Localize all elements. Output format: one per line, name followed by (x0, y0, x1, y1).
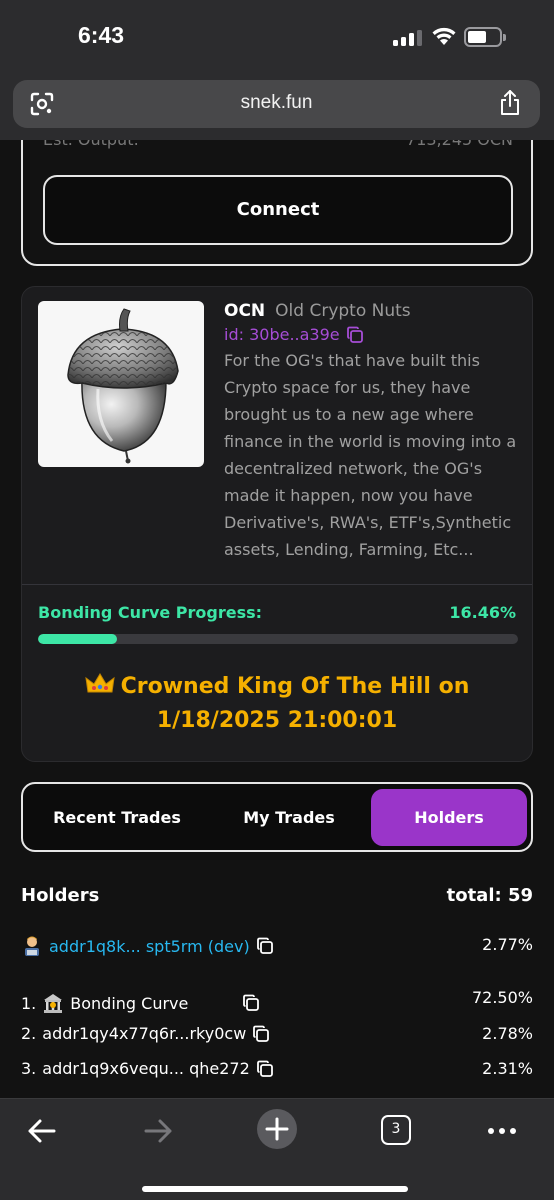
holder-percent: 2.78% (482, 1024, 533, 1043)
token-ticker: OCN (224, 301, 266, 321)
king-title: Crowned King Of The Hill on (120, 674, 470, 699)
holder-percent: 72.50% (471, 988, 533, 1007)
share-icon[interactable] (498, 89, 522, 117)
copy-icon[interactable] (242, 994, 260, 1012)
bonding-curve-label: Bonding Curve Progress: (38, 603, 263, 622)
copy-icon[interactable] (256, 937, 274, 955)
acorn-image (67, 308, 179, 464)
back-arrow-icon[interactable] (12, 1111, 72, 1151)
copy-icon[interactable] (252, 1025, 270, 1043)
holders-title: Holders (21, 885, 100, 906)
holder-rank: 1. (21, 993, 37, 1013)
dev-holder-row: addr1q8k... spt5rm (dev) 2.77% (21, 935, 533, 961)
token-id: id: 30be..a39e (224, 325, 340, 344)
cellular-signal-icon (393, 30, 423, 46)
trades-tabs: Recent Trades My Trades Holders (21, 782, 533, 852)
king-date: 1/18/2025 21:00:01 (156, 708, 398, 733)
copy-icon[interactable] (346, 326, 364, 344)
dev-percent: 2.77% (482, 935, 533, 954)
tab-switcher-button[interactable]: 3 (366, 1111, 426, 1151)
est-output-value: 713,245 OCN (406, 140, 513, 149)
est-output-row: Est. Output: 713,245 OCN (43, 140, 513, 149)
home-indicator (142, 1186, 408, 1192)
holder-address[interactable]: addr1q9x6vequ... qhe272 (42, 1059, 250, 1078)
tab-my-trades[interactable]: My Trades (209, 789, 369, 846)
address-bar[interactable]: snek.fun (13, 80, 540, 128)
wifi-icon (432, 27, 456, 45)
tab-count: 3 (391, 1121, 401, 1137)
token-card: OCN Old Crypto Nuts id: 30be..a39e For th… (21, 286, 533, 762)
battery-icon (464, 27, 506, 47)
est-output-label: Est. Output: (43, 140, 139, 149)
holder-address[interactable]: addr1qy4x77q6r...rky0cw (42, 1024, 246, 1043)
bonding-curve-progress-bar (38, 634, 518, 644)
connect-button[interactable]: Connect (43, 175, 513, 245)
holder-rank: 2. (21, 1024, 37, 1043)
new-tab-plus-icon[interactable] (247, 1107, 307, 1155)
dev-address[interactable]: addr1q8k... spt5rm (dev) (49, 937, 250, 956)
token-info: OCN Old Crypto Nuts id: 30be..a39e For th… (224, 301, 524, 563)
page-content: Est. Output: 713,245 OCN Connect (0, 140, 554, 1098)
token-id-row: id: 30be..a39e (224, 325, 524, 344)
tab-recent-trades[interactable]: Recent Trades (29, 789, 205, 846)
divider (22, 584, 532, 585)
king-of-the-hill-banner: Crowned King Of The Hill on 1/18/2025 21… (22, 670, 532, 738)
holder-rank: 3. (21, 1059, 37, 1078)
browser-toolbar: 3 (0, 1098, 554, 1200)
token-description: For the OG's that have built this Crypto… (224, 351, 517, 559)
url-text[interactable]: snek.fun (13, 92, 540, 114)
bank-icon (44, 994, 63, 1013)
bonding-curve-progress-fill (38, 634, 117, 644)
holder-percent: 2.31% (482, 1059, 533, 1078)
more-options-icon[interactable] (472, 1111, 532, 1151)
holder-address[interactable]: Bonding Curve (70, 994, 188, 1013)
forward-arrow-icon[interactable] (128, 1111, 188, 1151)
token-image (38, 301, 204, 467)
status-time: 6:43 (78, 22, 125, 48)
developer-emoji-icon (25, 936, 39, 956)
holder-row: 3. addr1q9x6vequ... qhe272 2.31% (21, 1059, 533, 1085)
holder-row: 1. Bonding Curve 72.50% (21, 988, 533, 1018)
tab-holders[interactable]: Holders (371, 789, 527, 846)
copy-icon[interactable] (256, 1060, 274, 1078)
holders-total: total: 59 (446, 885, 533, 906)
holder-row: 2. addr1qy4x77q6r...rky0cw 2.78% (21, 1024, 533, 1050)
tab-count-icon: 3 (381, 1115, 411, 1145)
crown-icon (84, 673, 115, 693)
browser-chrome: 6:43 snek.fun (0, 0, 554, 140)
swap-card: Est. Output: 713,245 OCN Connect (21, 140, 533, 266)
bonding-curve-value: 16.46% (449, 603, 516, 622)
token-name: Old Crypto Nuts (275, 301, 411, 321)
